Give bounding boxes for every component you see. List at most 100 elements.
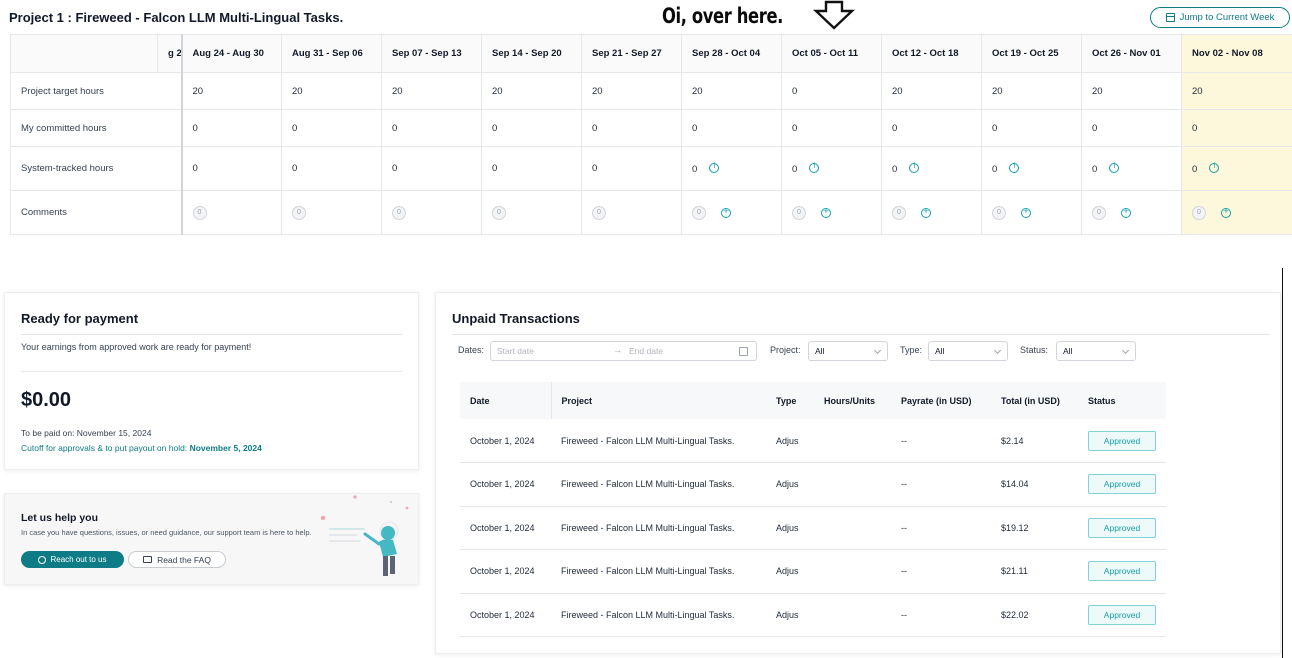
- comment-count-badge[interactable]: 0: [692, 205, 706, 220]
- type-filter-select[interactable]: All: [928, 341, 1008, 361]
- tracked-value: 0: [992, 163, 998, 175]
- tx-hours: [814, 462, 891, 507]
- status-badge: Approved: [1088, 474, 1156, 495]
- comment-count-badge[interactable]: 0: [292, 205, 306, 220]
- divider: [21, 334, 402, 335]
- transaction-row[interactable]: October 1, 2024 Fireweed - Falcon LLM Mu…: [460, 506, 1166, 550]
- info-icon[interactable]: [1009, 162, 1020, 173]
- help-title: Let us help you: [21, 512, 99, 524]
- read-faq-button[interactable]: Read the FAQ: [128, 551, 226, 568]
- info-icon[interactable]: [909, 162, 920, 173]
- column-header-status[interactable]: Status: [1078, 382, 1166, 419]
- comment-count-badge[interactable]: 0: [192, 205, 207, 220]
- add-comment-icon[interactable]: [721, 206, 731, 218]
- tx-hours: [814, 549, 891, 594]
- add-comment-icon[interactable]: [821, 206, 831, 218]
- project-filter-label: Project:: [770, 345, 801, 355]
- column-header-project[interactable]: Project: [550, 382, 766, 419]
- week-header: Aug 24 - Aug 30: [181, 34, 282, 73]
- comments-cell: 0: [281, 190, 382, 235]
- tx-total: $2.14: [991, 419, 1078, 463]
- comment-count-badge[interactable]: 0: [592, 205, 606, 220]
- tracked-hours-cell: 0: [181, 146, 282, 191]
- transaction-row[interactable]: October 1, 2024 Fireweed - Falcon LLM Mu…: [460, 462, 1166, 507]
- info-icon[interactable]: [1209, 162, 1220, 173]
- target-hours-row: Project target hours 20 20 20 20 20 20 0…: [10, 72, 1292, 110]
- target-hours-cell: 20: [881, 72, 982, 110]
- info-icon[interactable]: [809, 162, 820, 173]
- weekly-hours-table: g 23 Aug 24 - Aug 30 Aug 31 - Sep 06 Sep…: [10, 34, 1292, 235]
- tx-total: $21.11: [991, 549, 1078, 594]
- cutoff-date: November 5, 2024: [189, 443, 262, 453]
- status-badge: Approved: [1088, 561, 1156, 582]
- tracked-hours-cell: 0: [981, 146, 1082, 191]
- comment-count-badge[interactable]: 0: [1092, 205, 1106, 220]
- reach-out-label: Reach out to us: [50, 555, 107, 564]
- ready-for-payment-card: Ready for payment Your earnings from app…: [4, 292, 419, 470]
- column-header-payrate[interactable]: Payrate (in USD): [891, 382, 991, 419]
- comment-count-badge[interactable]: 0: [792, 205, 806, 220]
- row-label: System-tracked hours: [10, 146, 183, 191]
- status-badge: Approved: [1088, 430, 1156, 451]
- comment-count-badge[interactable]: 0: [892, 205, 906, 220]
- tracked-hours-row: System-tracked hours 0 0 0 0 0 0 0 0 0 0…: [10, 146, 1292, 191]
- target-hours-cell: 0: [781, 72, 882, 110]
- status-filter-select[interactable]: All: [1056, 341, 1136, 361]
- tracked-value: 0: [392, 163, 398, 174]
- tx-hours: [814, 593, 891, 637]
- status-filter-label: Status:: [1020, 345, 1049, 355]
- comments-cell: 0: [1081, 190, 1182, 235]
- tracked-value: 0: [692, 163, 698, 175]
- transaction-row[interactable]: October 1, 2024 Fireweed - Falcon LLM Mu…: [460, 593, 1166, 637]
- tracked-hours-cell: 0: [1081, 146, 1182, 191]
- chat-icon: [38, 555, 47, 564]
- info-icon[interactable]: [1109, 162, 1120, 173]
- committed-hours-cell: 0: [781, 109, 882, 147]
- divider: [1282, 268, 1283, 658]
- add-comment-icon[interactable]: [1121, 206, 1131, 218]
- committed-hours-cell: 0: [481, 109, 582, 147]
- tx-project: Fireweed - Falcon LLM Multi-Lingual Task…: [551, 419, 766, 463]
- comments-cell: 0: [781, 190, 882, 235]
- tx-date: October 1, 2024: [460, 506, 551, 550]
- payment-title: Ready for payment: [21, 311, 139, 326]
- target-hours-cell: 20: [181, 72, 282, 110]
- committed-hours-cell: 0: [581, 109, 682, 147]
- committed-hours-cell: 0: [1181, 109, 1292, 147]
- column-header-total[interactable]: Total (in USD): [991, 382, 1078, 419]
- tx-hours: [814, 506, 891, 550]
- tx-status-cell: Approved: [1078, 419, 1166, 463]
- target-hours-cell: 20: [1181, 72, 1292, 110]
- comment-count-badge[interactable]: 0: [492, 205, 506, 220]
- transactions-title: Unpaid Transactions: [452, 311, 580, 326]
- comments-row: Comments 0 0 0 0 0 0 0 0 0 0 0: [10, 190, 1292, 235]
- transaction-row[interactable]: October 1, 2024 Fireweed - Falcon LLM Mu…: [460, 549, 1166, 594]
- column-header-hours[interactable]: Hours/Units: [814, 382, 891, 419]
- transaction-row[interactable]: October 1, 2024 Fireweed - Falcon LLM Mu…: [460, 419, 1166, 463]
- tx-payrate: --: [891, 462, 991, 507]
- comment-count-badge[interactable]: 0: [392, 205, 406, 220]
- comment-count-badge[interactable]: 0: [1192, 205, 1206, 220]
- reach-out-button[interactable]: Reach out to us: [21, 551, 124, 568]
- info-icon[interactable]: [709, 162, 720, 173]
- tx-status-cell: Approved: [1078, 462, 1166, 507]
- jump-button-label: Jump to Current Week: [1179, 12, 1275, 23]
- tracked-value: 0: [192, 163, 198, 174]
- committed-hours-cell: 0: [281, 109, 382, 147]
- cutoff-label: Cutoff for approvals & to put payout on …: [21, 443, 188, 453]
- comment-count-badge[interactable]: 0: [992, 205, 1006, 220]
- support-illustration: [320, 495, 409, 576]
- add-comment-icon[interactable]: [1021, 206, 1031, 218]
- add-comment-icon[interactable]: [921, 206, 931, 218]
- column-header-date[interactable]: Date: [460, 382, 551, 419]
- jump-to-current-week-button[interactable]: Jump to Current Week: [1150, 7, 1290, 28]
- tx-type: Adjus: [766, 462, 814, 507]
- week-header: Sep 07 - Sep 13: [381, 34, 482, 73]
- column-header-type[interactable]: Type: [766, 382, 814, 419]
- project-filter-select[interactable]: All: [808, 341, 888, 361]
- target-hours-cell: 20: [681, 72, 782, 110]
- comments-cell: 0: [881, 190, 982, 235]
- tx-status-cell: Approved: [1078, 549, 1166, 594]
- add-comment-icon[interactable]: [1221, 206, 1231, 218]
- date-range-picker[interactable]: Start date → End date: [490, 341, 757, 361]
